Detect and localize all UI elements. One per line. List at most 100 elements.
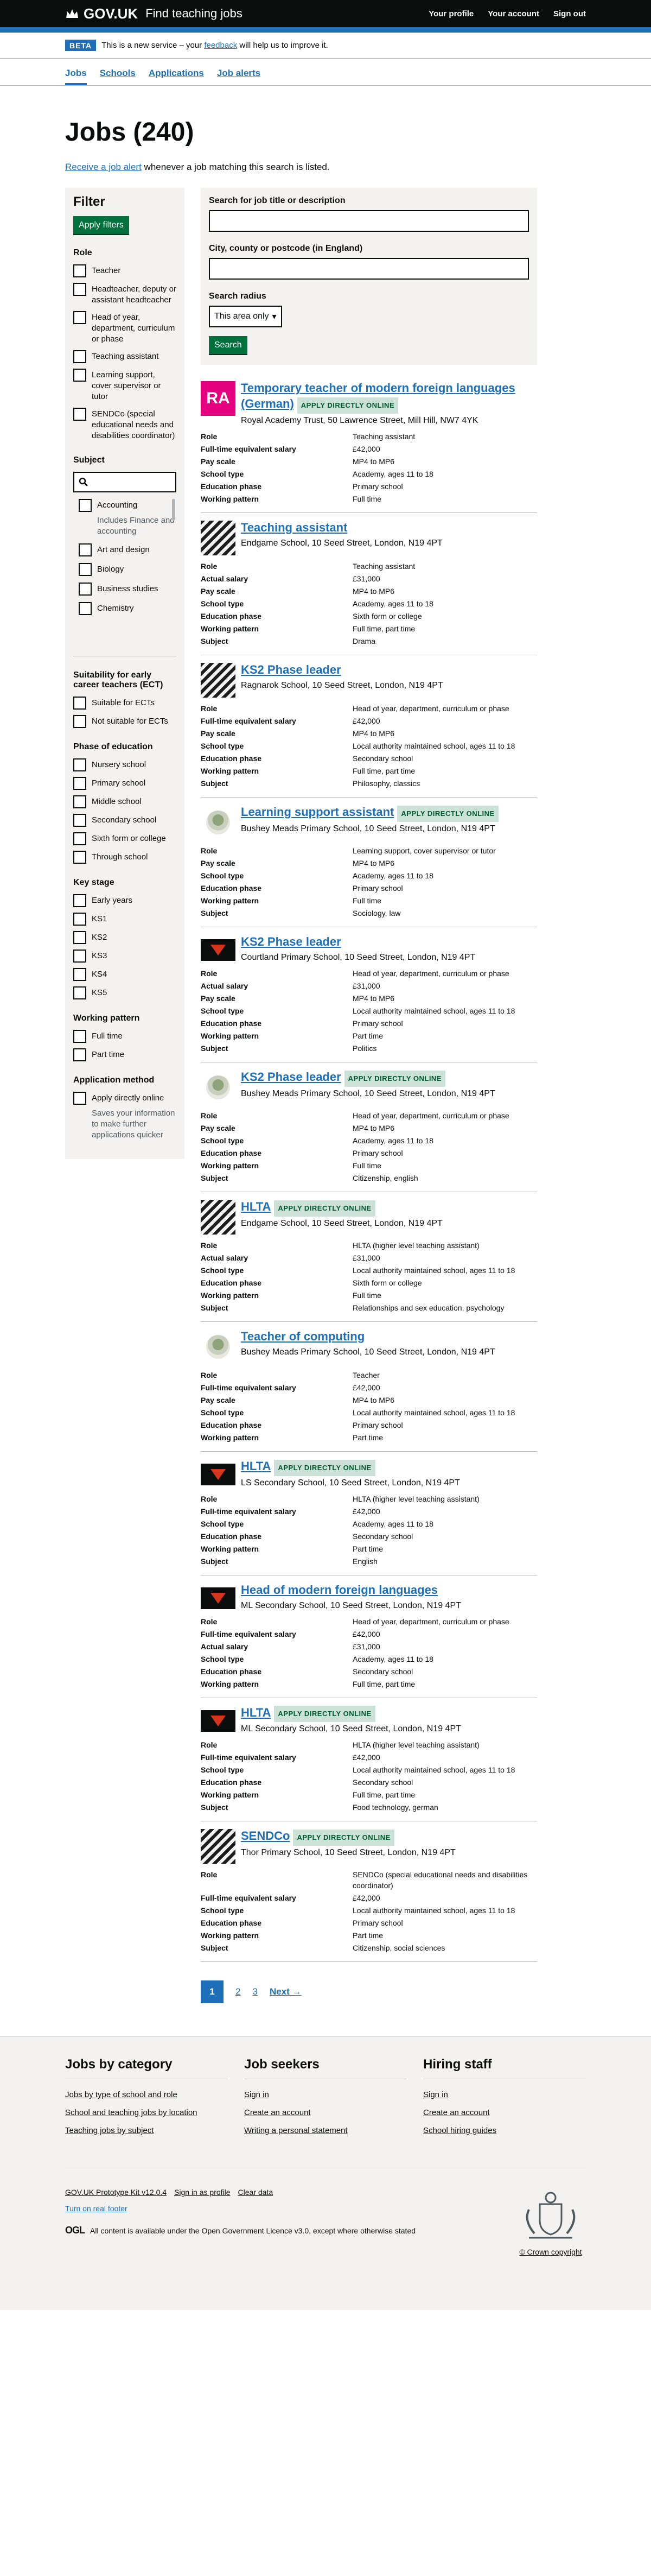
footer-link[interactable]: Sign in [423, 2090, 586, 2099]
checkbox[interactable] [73, 986, 86, 999]
role-headteacher-option[interactable]: Headteacher, deputy or assistant headtea… [73, 283, 176, 306]
footer-link[interactable]: Create an account [244, 2108, 407, 2117]
subject-option[interactable]: Biology [79, 563, 176, 576]
footer-link[interactable]: Writing a personal statement [244, 2126, 407, 2135]
checkbox[interactable] [79, 499, 92, 512]
service-name[interactable]: Find teaching jobs [145, 7, 242, 21]
key-stage-option[interactable]: KS4 [73, 968, 176, 981]
apply-filters-button[interactable]: Apply filters [73, 216, 129, 234]
subject-option[interactable]: Business studies [79, 583, 176, 596]
checkbox[interactable] [73, 715, 86, 728]
key-stage-option[interactable]: KS3 [73, 950, 176, 963]
checkbox[interactable] [73, 697, 86, 710]
checkbox[interactable] [73, 311, 86, 324]
sign-in-as-profile-link[interactable]: Sign in as profile [174, 2188, 231, 2197]
page-link[interactable]: 2 [235, 1986, 240, 1997]
checkbox[interactable] [73, 814, 86, 827]
page-link[interactable]: 3 [252, 1986, 257, 1997]
checkbox[interactable] [73, 913, 86, 926]
turn-on-real-footer-link[interactable]: Turn on real footer [65, 2204, 416, 2213]
page-current[interactable]: 1 [201, 1980, 224, 2004]
application-method-option[interactable]: Apply directly online [73, 1092, 176, 1105]
job-title-link[interactable]: Learning support assistant [241, 805, 394, 819]
checkbox[interactable] [73, 832, 86, 845]
phase-option[interactable]: Nursery school [73, 758, 176, 771]
licence-link[interactable]: Open Government Licence v3.0 [201, 2226, 309, 2235]
role-teacher-option[interactable]: Teacher [73, 264, 176, 277]
subnav-applications[interactable]: Applications [149, 68, 204, 85]
footer-link[interactable]: Jobs by type of school and role [65, 2090, 228, 2099]
checkbox[interactable] [73, 758, 86, 771]
scrollbar[interactable] [172, 499, 175, 521]
job-title-link[interactable]: Head of modern foreign languages [241, 1583, 438, 1597]
checkbox[interactable] [73, 950, 86, 963]
search-button[interactable]: Search [209, 336, 247, 354]
role-teaching-assistant-option[interactable]: Teaching assistant [73, 350, 176, 363]
ect-option[interactable]: Suitable for ECTs [73, 697, 176, 710]
receive-job-alert-link[interactable]: Receive a job alert [65, 162, 142, 172]
nav-your-profile[interactable]: Your profile [429, 9, 474, 18]
subnav-job-alerts[interactable]: Job alerts [217, 68, 260, 85]
checkbox[interactable] [79, 602, 92, 615]
role-head-of-year-option[interactable]: Head of year, department, curriculum or … [73, 311, 176, 345]
footer-link[interactable]: Create an account [423, 2108, 586, 2117]
job-title-link[interactable]: HLTA [241, 1200, 271, 1213]
key-stage-option[interactable]: Early years [73, 894, 176, 907]
subject-list[interactable]: Accounting Includes Finance and accounti… [73, 499, 176, 656]
job-title-link[interactable]: Teacher of computing [241, 1330, 365, 1343]
checkbox[interactable] [73, 1048, 86, 1061]
checkbox[interactable] [79, 563, 92, 576]
key-stage-option[interactable]: KS1 [73, 913, 176, 926]
job-title-link[interactable]: KS2 Phase leader [241, 935, 341, 948]
checkbox[interactable] [73, 777, 86, 790]
clear-data-link[interactable]: Clear data [238, 2188, 273, 2197]
checkbox[interactable] [73, 894, 86, 907]
feedback-link[interactable]: feedback [204, 41, 237, 50]
checkbox[interactable] [73, 1030, 86, 1043]
next-page-link[interactable]: Next → [270, 1986, 302, 1997]
job-title-link[interactable]: KS2 Phase leader [241, 1070, 341, 1084]
working-pattern-option[interactable]: Part time [73, 1048, 176, 1061]
prototype-kit-link[interactable]: GOV.UK Prototype Kit v12.0.4 [65, 2188, 167, 2197]
checkbox[interactable] [73, 795, 86, 808]
subject-option[interactable]: Art and design [79, 543, 176, 556]
job-title-link[interactable]: HLTA [241, 1459, 271, 1473]
phase-option[interactable]: Middle school [73, 795, 176, 808]
checkbox[interactable] [73, 1092, 86, 1105]
nav-your-account[interactable]: Your account [488, 9, 539, 18]
phase-option[interactable]: Through school [73, 851, 176, 864]
subject-option[interactable]: Accounting [79, 499, 176, 512]
checkbox[interactable] [79, 583, 92, 596]
checkbox[interactable] [73, 264, 86, 277]
subnav-schools[interactable]: Schools [100, 68, 136, 85]
role-sendco-option[interactable]: SENDCo (special educational needs and di… [73, 408, 176, 441]
govuk-logo[interactable]: GOV.UK [65, 5, 138, 22]
subnav-jobs[interactable]: Jobs [65, 68, 87, 85]
checkbox[interactable] [73, 968, 86, 981]
checkbox[interactable] [79, 543, 92, 556]
radius-select[interactable]: This area only ▾ [209, 306, 282, 327]
key-stage-option[interactable]: KS5 [73, 986, 176, 999]
phase-option[interactable]: Primary school [73, 777, 176, 790]
role-learning-support-option[interactable]: Learning support, cover supervisor or tu… [73, 369, 176, 402]
ect-option[interactable]: Not suitable for ECTs [73, 715, 176, 728]
working-pattern-option[interactable]: Full time [73, 1030, 176, 1043]
footer-link[interactable]: School and teaching jobs by location [65, 2108, 228, 2117]
keyword-input[interactable] [209, 210, 529, 232]
phase-option[interactable]: Secondary school [73, 814, 176, 827]
crown-copyright-link[interactable]: © Crown copyright [519, 2248, 582, 2256]
job-title-link[interactable]: HLTA [241, 1706, 271, 1719]
checkbox[interactable] [73, 283, 86, 296]
phase-option[interactable]: Sixth form or college [73, 832, 176, 845]
job-title-link[interactable]: SENDCo [241, 1829, 290, 1843]
checkbox[interactable] [73, 369, 86, 382]
key-stage-option[interactable]: KS2 [73, 931, 176, 944]
footer-link[interactable]: School hiring guides [423, 2126, 586, 2135]
checkbox[interactable] [73, 350, 86, 363]
subject-option[interactable]: Chemistry [79, 602, 176, 615]
job-title-link[interactable]: Teaching assistant [241, 521, 347, 534]
checkbox[interactable] [73, 408, 86, 421]
location-input[interactable] [209, 258, 529, 280]
checkbox[interactable] [73, 851, 86, 864]
nav-sign-out[interactable]: Sign out [553, 9, 586, 18]
